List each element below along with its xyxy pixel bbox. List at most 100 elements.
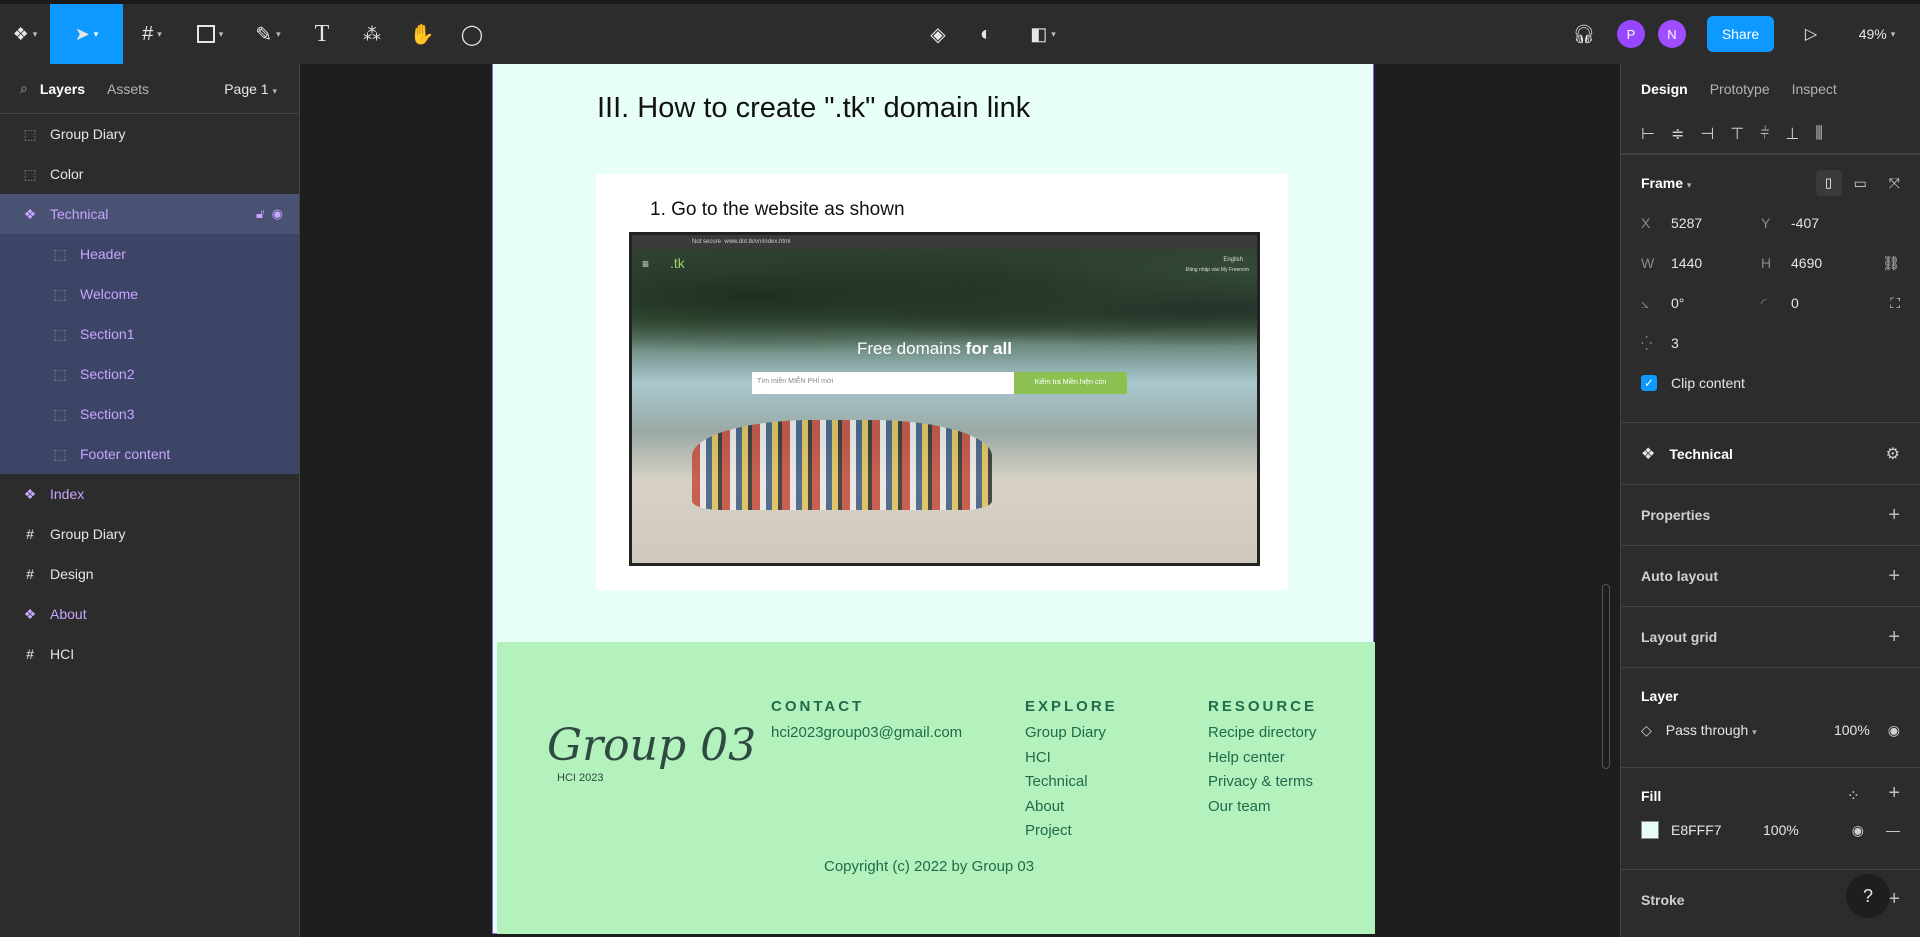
blend-mode-dropdown[interactable]: Pass through ▾ xyxy=(1666,722,1757,738)
layer-item-section1[interactable]: ⬚ Section1 xyxy=(0,314,299,354)
tab-prototype[interactable]: Prototype xyxy=(1710,81,1770,97)
page-selector[interactable]: Page 1 ▾ xyxy=(224,81,277,97)
add-auto-layout-button[interactable]: + xyxy=(1888,565,1900,588)
fill-opacity-input[interactable]: 100% xyxy=(1763,822,1799,838)
main-menu-button[interactable]: ❖ ▾ xyxy=(0,4,50,64)
hero-text: Free domains for all xyxy=(857,339,1012,359)
layer-label: About xyxy=(50,606,87,622)
eye-icon[interactable]: ◉ xyxy=(1888,722,1900,739)
align-center-vertical-icon[interactable]: ⫩ xyxy=(1760,125,1769,143)
layers-panel: ⌕ Layers Assets Page 1 ▾ ⬚ Group Diary ⬚ C… xyxy=(0,64,300,937)
layer-item-footer-content[interactable]: ⬚ Footer content xyxy=(0,434,299,474)
x-input[interactable]: 5287 xyxy=(1671,215,1761,231)
copyright: Copyright (c) 2022 by Group 03 xyxy=(824,858,1035,875)
share-button[interactable]: Share xyxy=(1707,16,1774,52)
canvas[interactable]: III. How to create ".tk" domain link 1. … xyxy=(300,64,1620,937)
width-input[interactable]: 1440 xyxy=(1671,255,1761,271)
page-selector-label: Page 1 xyxy=(224,80,269,97)
tab-inspect[interactable]: Inspect xyxy=(1792,81,1837,97)
layer-item-group-diary[interactable]: ⬚ Group Diary xyxy=(0,114,299,154)
constrain-proportions-icon[interactable]: ⛓︎ xyxy=(1882,255,1900,272)
layer-item-technical[interactable]: ❖ Technical 🔓︎ ◉ xyxy=(0,194,299,234)
tab-assets[interactable]: Assets xyxy=(107,81,149,97)
cursor-icon: ➤ xyxy=(74,23,90,44)
portrait-icon[interactable]: ▯ xyxy=(1815,170,1842,196)
add-stroke-button[interactable]: + xyxy=(1888,888,1900,911)
align-bottom-icon[interactable]: ⊥ xyxy=(1785,124,1799,144)
artboard-technical[interactable]: III. How to create ".tk" domain link 1. … xyxy=(492,64,1375,934)
canvas-scrollbar[interactable] xyxy=(1602,584,1610,769)
footer-logo-script: Group 03 xyxy=(547,720,757,771)
dashed-frame-icon: ⬚ xyxy=(23,125,37,142)
align-center-horizontal-icon[interactable]: ≑ xyxy=(1671,124,1684,144)
create-component-button[interactable]: ◈ xyxy=(918,4,958,64)
layer-item-about[interactable]: ❖ About xyxy=(0,594,299,634)
y-input[interactable]: -407 xyxy=(1791,215,1881,231)
rotation-input[interactable]: 0° xyxy=(1671,295,1761,311)
tab-design[interactable]: Design xyxy=(1641,81,1688,97)
component-settings-icon[interactable]: ⚙︎ xyxy=(1886,444,1900,464)
layer-item-design[interactable]: # Design xyxy=(0,554,299,594)
auto-layout-section: Auto layout + xyxy=(1621,545,1920,606)
layer-item-header[interactable]: ⬚ Header xyxy=(0,234,299,274)
footer-link: Project xyxy=(1025,822,1072,839)
layer-item-index[interactable]: ❖ Index xyxy=(0,474,299,514)
eye-icon[interactable]: ◉ xyxy=(272,206,283,221)
layer-item-section2[interactable]: ⬚ Section2 xyxy=(0,354,299,394)
chevron-down-icon: ▾ xyxy=(218,28,224,39)
resources-button[interactable]: ⁂ xyxy=(347,4,397,64)
tab-layers[interactable]: Layers xyxy=(40,81,85,97)
frame-type-dropdown[interactable]: Frame ▾ xyxy=(1641,175,1691,191)
fill-section: Fill ⁘ + E8FFF7 100% ◉ — xyxy=(1621,767,1920,869)
dashed-frame-icon: ⬚ xyxy=(23,165,37,182)
layer-item-section3[interactable]: ⬚ Section3 xyxy=(0,394,299,434)
align-left-icon[interactable]: ⊢ xyxy=(1641,124,1655,144)
avatar[interactable]: N xyxy=(1658,20,1686,48)
remove-fill-icon[interactable]: — xyxy=(1886,822,1900,838)
layer-section: Layer ◇ Pass through ▾ 100% ◉ xyxy=(1621,667,1920,767)
add-property-button[interactable]: + xyxy=(1888,504,1900,527)
hand-tool-button[interactable]: ✋ xyxy=(397,4,447,64)
layer-item-hci[interactable]: # HCI xyxy=(0,634,299,674)
frame-tool-button[interactable]: # ▾ xyxy=(123,4,181,64)
present-button[interactable]: ▷ xyxy=(1795,4,1827,64)
add-fill-button[interactable]: + xyxy=(1888,782,1900,805)
help-button[interactable]: ? xyxy=(1846,874,1890,918)
comment-tool-button[interactable]: ◯ xyxy=(447,4,497,64)
corner-radius-icon: ◜ xyxy=(1761,294,1767,311)
independent-corners-icon[interactable]: ⛶ xyxy=(1890,295,1900,312)
mask-button[interactable]: ◐ xyxy=(966,4,1006,64)
search-icon[interactable]: ⌕ xyxy=(20,80,28,97)
pen-tool-button[interactable]: ✎ ▾ xyxy=(239,4,297,64)
eye-icon[interactable]: ◉ xyxy=(1852,822,1864,839)
landscape-icon[interactable]: ▭ xyxy=(1854,175,1867,192)
layer-item-group-diary-frame[interactable]: # Group Diary xyxy=(0,514,299,554)
layer-actions: 🔓︎ ◉ xyxy=(256,206,283,222)
chevron-down-icon: ▾ xyxy=(1890,28,1896,39)
zoom-dropdown[interactable]: 49% ▾ xyxy=(1848,4,1906,64)
align-top-icon[interactable]: ⊤ xyxy=(1730,124,1744,144)
avatar[interactable]: P xyxy=(1617,20,1645,48)
fill-hex-input[interactable]: E8FFF7 xyxy=(1671,822,1763,838)
count-input[interactable]: 3 xyxy=(1671,335,1761,351)
audio-button[interactable]: 🎧︎ xyxy=(1568,4,1600,64)
component-icon: ❖ xyxy=(23,605,37,622)
boolean-ops-button[interactable]: ◧ ▾ xyxy=(1018,4,1068,64)
align-right-icon[interactable]: ⊣ xyxy=(1700,124,1714,144)
distribute-icon[interactable]: ⫼ xyxy=(1815,125,1822,143)
styles-icon[interactable]: ⁘ xyxy=(1847,786,1860,806)
layer-item-color[interactable]: ⬚ Color xyxy=(0,154,299,194)
add-layout-grid-button[interactable]: + xyxy=(1888,626,1900,649)
resize-to-fit-icon[interactable]: ⤧ xyxy=(1889,175,1900,192)
layer-title: Layer xyxy=(1641,688,1679,704)
shape-tool-button[interactable]: ▾ xyxy=(181,4,239,64)
height-input[interactable]: 4690 xyxy=(1791,255,1881,271)
clip-checkbox[interactable]: ✓ xyxy=(1641,375,1657,391)
unlock-icon[interactable]: 🔓︎ xyxy=(256,206,264,221)
layer-opacity-input[interactable]: 100% xyxy=(1834,722,1870,738)
move-tool-button[interactable]: ➤ ▾ xyxy=(50,4,123,64)
text-tool-button[interactable]: T xyxy=(297,4,347,64)
layer-item-welcome[interactable]: ⬚ Welcome xyxy=(0,274,299,314)
corner-radius-input[interactable]: 0 xyxy=(1791,295,1881,311)
fill-swatch[interactable] xyxy=(1641,821,1659,839)
